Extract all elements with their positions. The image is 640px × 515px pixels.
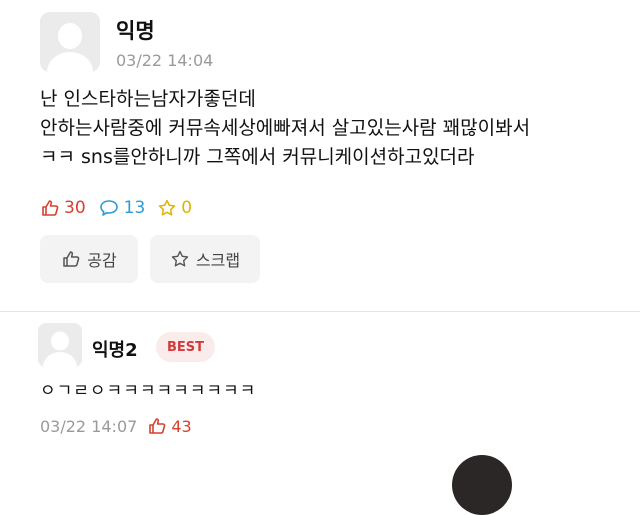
comment-like-button[interactable]: 43 (147, 416, 192, 436)
thumbs-up-icon (42, 200, 59, 216)
comment-timestamp: 03/22 14:07 (40, 416, 138, 436)
post-stats: 30 13 0 (40, 197, 204, 219)
scrap-button[interactable]: 스크랩 (150, 235, 260, 283)
comment-meta: 03/22 14:07 43 (40, 416, 192, 436)
thumbs-up-icon (149, 418, 166, 434)
comment-body: ㅇㄱㄹㅇㅋㅋㅋㅋㅋㅋㅋㅋㅋ (40, 381, 257, 401)
post-body-line: ㅋㅋ sns를안하니까 그쪽에서 커뮤니케이션하고있더라 (40, 146, 475, 168)
star-icon (171, 250, 189, 267)
comment-count: 13 (123, 198, 146, 218)
comment-author-name: 익명2 (92, 340, 138, 361)
scrap-count-stat: 0 (157, 198, 192, 218)
post-body-line: 안하는사람중에 커뮤속세상에빠져서 살고있는사람 꽤많이봐서 (40, 117, 531, 139)
post-author-avatar (40, 12, 100, 72)
post-body: 난 인스타하는남자가좋던데 안하는사람중에 커뮤속세상에빠져서 살고있는사람 꽤… (40, 85, 530, 172)
best-badge: BEST (156, 332, 216, 362)
scrap-count: 0 (181, 198, 193, 218)
star-icon (159, 199, 176, 216)
comment-like-count: 43 (171, 416, 192, 436)
speech-bubble-icon (99, 200, 118, 216)
comment-count-stat: 13 (98, 198, 146, 218)
like-count: 30 (64, 198, 86, 218)
like-count-stat: 30 (40, 198, 86, 218)
thumbs-up-icon (63, 251, 80, 267)
default-avatar-icon (38, 323, 82, 367)
post-body-line: 난 인스타하는남자가좋던데 (40, 88, 256, 110)
post-author-name: 익명 (116, 19, 155, 43)
post-timestamp: 03/22 14:04 (116, 51, 214, 70)
comment-author-avatar (38, 323, 82, 367)
section-divider (0, 311, 640, 312)
default-avatar-icon (40, 12, 100, 72)
scrap-button-label: 스크랩 (195, 251, 241, 270)
like-button[interactable]: 공감 (40, 235, 138, 283)
like-button-label: 공감 (87, 251, 117, 270)
partial-image (452, 455, 512, 515)
